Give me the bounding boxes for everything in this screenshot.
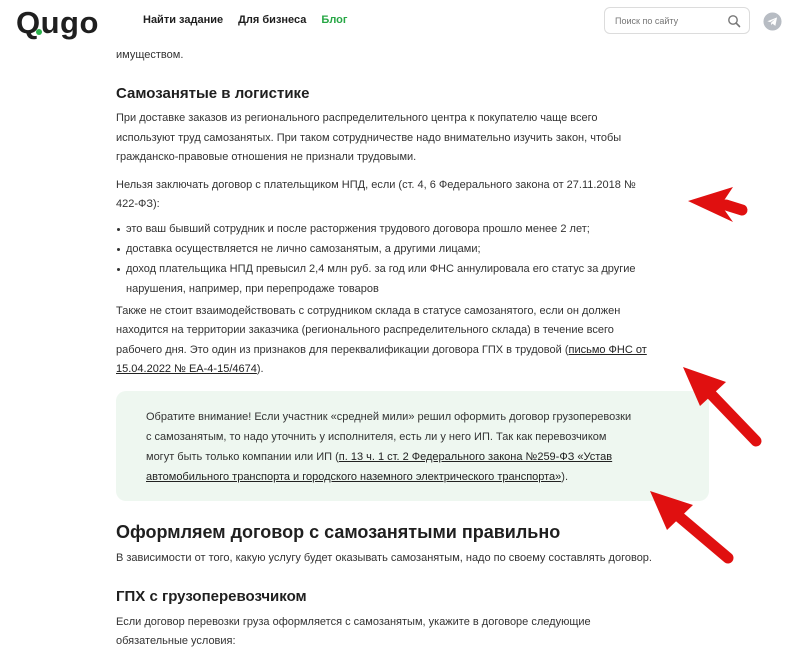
arrow-annotation-3 (650, 491, 734, 564)
arrow-annotation-1 (688, 187, 748, 222)
arrow-annotation-2 (683, 367, 762, 447)
arrow-annotations (650, 187, 762, 564)
